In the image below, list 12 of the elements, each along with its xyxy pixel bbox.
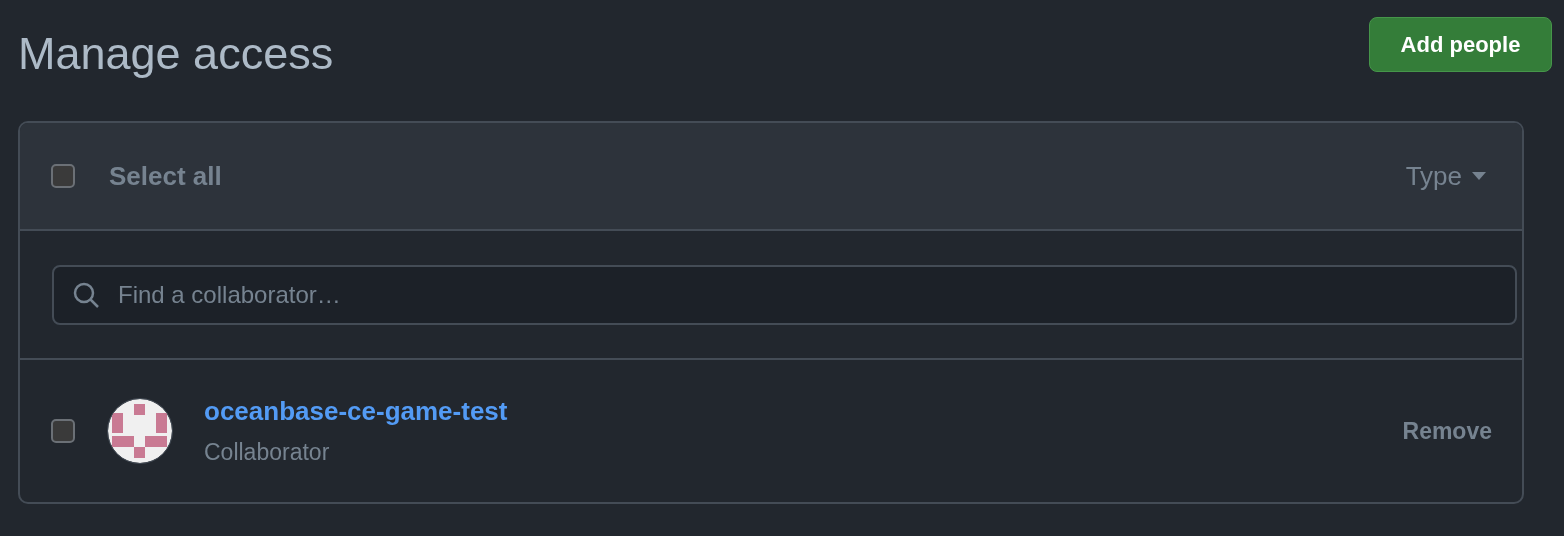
- remove-button[interactable]: Remove: [1402, 417, 1492, 445]
- search-field[interactable]: Find a collaborator…: [52, 264, 1517, 325]
- type-dropdown[interactable]: Type: [1405, 160, 1486, 192]
- page-title: Manage access: [18, 27, 334, 81]
- caret-icon: [1472, 172, 1486, 180]
- checkbox[interactable]: [51, 164, 75, 188]
- member-name-link[interactable]: oceanbase-ce-game-test: [204, 396, 1403, 427]
- add-people-button[interactable]: Add people: [1369, 17, 1552, 72]
- avatar: [107, 398, 173, 464]
- select-all-label: Select all: [109, 160, 223, 192]
- member-role: Collaborator: [204, 439, 331, 466]
- checkbox[interactable]: [51, 419, 75, 443]
